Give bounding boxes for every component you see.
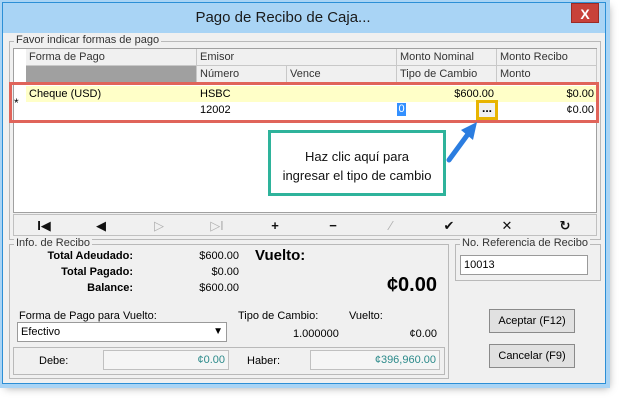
reference-group-title: No. Referencia de Recibo <box>460 237 590 249</box>
post-record-button[interactable]: ✔ <box>435 217 463 235</box>
payment-methods-group-title: Favor indicar formas de pago <box>14 34 162 46</box>
delete-record-button[interactable]: − <box>319 217 347 235</box>
debe-label: Debe: <box>39 355 69 367</box>
tipo-cambio-label: Tipo de Cambio: <box>238 310 319 322</box>
vuelto-small-value: ¢0.00 <box>409 328 437 340</box>
callout-line-2: ingresar el tipo de cambio <box>282 168 432 183</box>
haber-label: Haber: <box>247 355 281 367</box>
chevron-down-icon: ▼ <box>213 326 223 337</box>
edit-record-button[interactable]: ⁄ <box>377 217 405 235</box>
forma-vuelto-label: Forma de Pago para Vuelto: <box>19 310 157 322</box>
header-blank <box>26 66 197 83</box>
receipt-info-group-title: Info. de Recibo <box>14 237 92 249</box>
vuelto-big-value: ¢0.00 <box>386 274 437 296</box>
accept-button[interactable]: Aceptar (F12) <box>489 309 575 333</box>
prev-record-button[interactable]: ◀ <box>87 217 115 235</box>
balance-label: Balance: <box>87 282 133 294</box>
cancel-button[interactable]: Cancelar (F9) <box>489 344 575 368</box>
total-adeudado-value: $600.00 <box>199 250 239 262</box>
forma-vuelto-value: Efectivo <box>21 326 61 338</box>
vuelto-small-label: Vuelto: <box>349 310 383 322</box>
total-pagado-label: Total Pagado: <box>61 266 133 278</box>
first-record-button[interactable]: I◀ <box>30 217 58 235</box>
header-monto[interactable]: Monto <box>497 66 597 83</box>
callout-line-1: Haz clic aquí para <box>304 149 410 164</box>
header-monto-nominal[interactable]: Monto Nominal <box>397 49 497 66</box>
header-forma-pago[interactable]: Forma de Pago <box>26 49 197 66</box>
window-title: Pago de Recibo de Caja... <box>195 9 371 26</box>
reference-number-input[interactable]: 10013 <box>460 255 588 275</box>
debe-field: ¢0.00 <box>103 350 229 370</box>
refresh-button[interactable]: ↻ <box>551 217 579 235</box>
cancel-record-button[interactable]: ✕ <box>493 217 521 235</box>
exchange-rate-ellipsis-button[interactable]: ... <box>476 100 498 120</box>
header-numero[interactable]: Número <box>197 66 287 83</box>
haber-field: ¢396,960.00 <box>310 350 440 370</box>
header-emisor[interactable]: Emisor <box>197 49 397 66</box>
highlighted-row-box <box>9 82 599 123</box>
close-button[interactable]: X <box>571 3 599 23</box>
vuelto-heading: Vuelto: <box>255 247 306 264</box>
next-record-button[interactable]: ▷ <box>145 217 173 235</box>
callout-arrow-icon <box>446 122 477 163</box>
instruction-callout: Haz clic aquí para ingresar el tipo de c… <box>268 130 446 196</box>
total-pagado-value: $0.00 <box>211 266 239 278</box>
header-monto-recibo[interactable]: Monto Recibo <box>497 49 597 66</box>
tipo-cambio-value: 1.000000 <box>293 328 339 340</box>
last-record-button[interactable]: ▷I <box>203 217 231 235</box>
add-record-button[interactable]: + <box>261 217 289 235</box>
title-bar[interactable]: Pago de Recibo de Caja... X <box>3 3 605 33</box>
header-vence[interactable]: Vence <box>287 66 397 83</box>
header-tipo-cambio[interactable]: Tipo de Cambio <box>397 66 497 83</box>
forma-vuelto-select[interactable]: Efectivo ▼ <box>17 322 227 342</box>
total-adeudado-label: Total Adeudado: <box>47 250 133 262</box>
dialog-window: Pago de Recibo de Caja... X Favor indica… <box>2 2 606 384</box>
grid-navigator: I◀ ◀ ▷ ▷I + − ⁄ ✔ ✕ ↻ <box>13 214 597 236</box>
balance-value: $600.00 <box>199 282 239 294</box>
